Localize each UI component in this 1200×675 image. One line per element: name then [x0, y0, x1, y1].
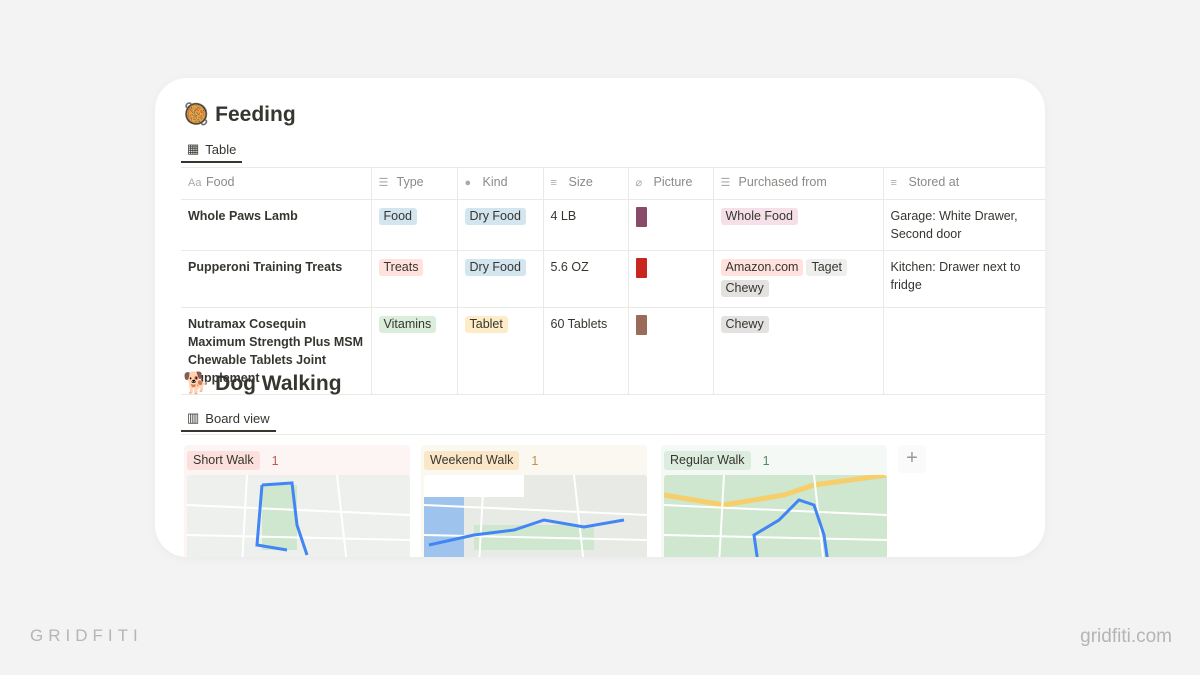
column-header[interactable]: ≡ Size: [543, 167, 629, 200]
select-tag[interactable]: Treats: [378, 259, 424, 276]
group-tag[interactable]: Weekend Walk: [424, 451, 520, 470]
select-tag[interactable]: Food: [378, 208, 417, 225]
kind-cell[interactable]: Dry Food: [457, 250, 544, 308]
column-label: Type: [396, 175, 424, 189]
select-tag[interactable]: Whole Food: [720, 208, 798, 225]
select-tag[interactable]: Chewy: [720, 280, 769, 297]
column-label: Stored at: [908, 175, 960, 189]
property-icon: ⌀: [635, 177, 643, 189]
picture-cell[interactable]: [628, 250, 714, 308]
property-icon: ☰: [720, 177, 731, 189]
map-thumbnail[interactable]: [664, 475, 887, 557]
map-thumbnail[interactable]: [424, 475, 647, 557]
column-header[interactable]: Aa Food: [181, 167, 372, 200]
type-cell[interactable]: Food: [371, 199, 458, 251]
notion-page: 🥘 Feeding ▦ Table Aa Food ☰ Type ● Kind ≡ Size ⌀ Pi…: [155, 78, 1045, 557]
tab-table[interactable]: ▦ Table: [181, 137, 243, 163]
stored-cell[interactable]: [883, 307, 1045, 395]
stored-cell[interactable]: Kitchen: Drawer next to fridge: [883, 250, 1045, 308]
column-header[interactable]: ⌀ Picture: [628, 167, 714, 200]
map-image: [187, 475, 410, 557]
column-label: Picture: [653, 175, 693, 189]
map-image: [424, 475, 647, 557]
property-icon: ≡: [550, 177, 557, 189]
feeding-heading: 🥘 Feeding: [183, 103, 296, 127]
tab-board-view[interactable]: ▥ Board view: [181, 406, 276, 432]
dog-walking-heading: 🐕 Dog Walking: [183, 372, 342, 396]
table-icon: ▦: [187, 141, 200, 156]
size-cell[interactable]: 60 Tablets: [543, 307, 629, 395]
board-column: Short Walk 1: [184, 445, 410, 557]
select-tag[interactable]: Dry Food: [464, 259, 526, 276]
kind-cell[interactable]: Dry Food: [457, 199, 544, 251]
board-icon: ▥: [187, 410, 200, 425]
map-image: [664, 475, 887, 557]
divider: [181, 434, 1045, 435]
column-label: Purchased from: [738, 175, 827, 189]
table-row[interactable]: Pupperoni Training Treats Treats Dry Foo…: [181, 250, 1045, 308]
gridfiti-url: gridfiti.com: [1080, 626, 1172, 647]
purchased-cell[interactable]: Amazon.com Taget Chewy: [713, 250, 884, 308]
dog-icon: 🐕: [183, 372, 210, 395]
select-tag[interactable]: Vitamins: [378, 316, 437, 333]
property-icon: Aa: [188, 177, 202, 189]
column-header[interactable]: ☰ Purchased from: [713, 167, 884, 200]
product-thumbnail[interactable]: [635, 315, 647, 335]
board-column: Weekend Walk 1: [421, 445, 647, 557]
product-thumbnail[interactable]: [635, 258, 647, 278]
property-icon: ☰: [378, 177, 389, 189]
food-cell[interactable]: Whole Paws Lamb: [181, 199, 372, 251]
tab-label: Table: [205, 141, 237, 157]
group-count: 1: [271, 453, 279, 468]
dog-walking-title: Dog Walking: [215, 372, 342, 395]
picture-cell[interactable]: [628, 307, 714, 395]
kind-cell[interactable]: Tablet: [457, 307, 544, 395]
select-tag[interactable]: Taget: [806, 259, 848, 276]
map-thumbnail[interactable]: [187, 475, 410, 557]
column-header[interactable]: ☰ Type: [371, 167, 458, 200]
group-count: 1: [762, 453, 770, 468]
group-tag[interactable]: Short Walk: [187, 451, 260, 470]
column-label: Kind: [482, 175, 508, 189]
table-row[interactable]: Whole Paws Lamb Food Dry Food 4 LB Whole…: [181, 199, 1045, 251]
product-thumbnail[interactable]: [635, 207, 647, 227]
type-cell[interactable]: Treats: [371, 250, 458, 308]
property-icon: ≡: [890, 177, 897, 189]
purchased-cell[interactable]: Chewy: [713, 307, 884, 395]
stored-cell[interactable]: Garage: White Drawer, Second door: [883, 199, 1045, 251]
tab-label: Board view: [205, 410, 270, 426]
select-tag[interactable]: Amazon.com: [720, 259, 804, 276]
select-tag[interactable]: Dry Food: [464, 208, 526, 225]
select-tag[interactable]: Chewy: [720, 316, 769, 333]
gridfiti-logo: GRIDFITI: [30, 626, 143, 645]
food-cell[interactable]: Pupperoni Training Treats: [181, 250, 372, 308]
type-cell[interactable]: Vitamins: [371, 307, 458, 395]
group-count: 1: [531, 453, 539, 468]
feeding-table: Aa Food ☰ Type ● Kind ≡ Size ⌀ Picture ☰ Purchased …: [181, 167, 1045, 395]
size-cell[interactable]: 5.6 OZ: [543, 250, 629, 308]
bowl-icon: 🥘: [183, 103, 210, 126]
column-label: Size: [568, 175, 593, 189]
board-column: Regular Walk 1: [661, 445, 887, 557]
group-tag[interactable]: Regular Walk: [664, 451, 751, 470]
picture-cell[interactable]: [628, 199, 714, 251]
purchased-cell[interactable]: Whole Food: [713, 199, 884, 251]
select-tag[interactable]: Tablet: [464, 316, 508, 333]
column-label: Food: [206, 175, 235, 189]
feeding-title: Feeding: [215, 103, 296, 126]
add-group-button[interactable]: +: [898, 445, 926, 473]
column-header[interactable]: ● Kind: [457, 167, 544, 200]
property-icon: ●: [464, 177, 472, 189]
column-header[interactable]: ≡ Stored at: [883, 167, 1045, 200]
size-cell[interactable]: 4 LB: [543, 199, 629, 251]
